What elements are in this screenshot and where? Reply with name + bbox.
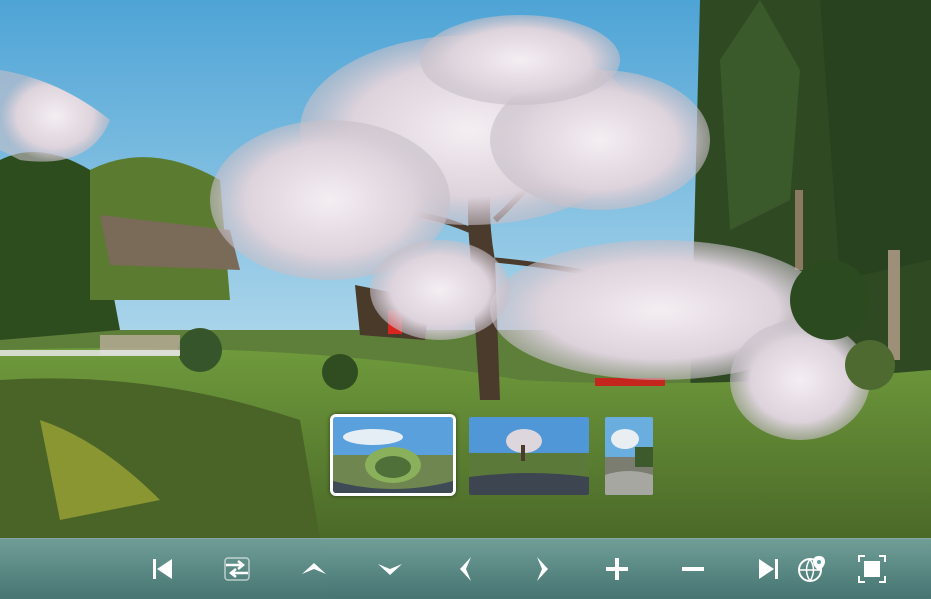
thumbnail-3-image <box>605 417 653 495</box>
chevron-down-icon <box>378 564 402 575</box>
chevron-left-icon <box>460 557 471 581</box>
fullscreen-button[interactable] <box>854 551 890 587</box>
minus-icon <box>682 567 704 571</box>
plus-icon <box>606 558 628 580</box>
swap-arrows-icon <box>224 557 250 581</box>
skip-to-start-icon <box>153 559 172 579</box>
panorama-image <box>0 0 931 598</box>
move-right-button[interactable] <box>524 551 560 587</box>
move-down-button[interactable] <box>372 551 408 587</box>
thumbnail-3[interactable] <box>605 417 653 495</box>
chevron-right-icon <box>537 557 548 581</box>
scene-thumbnails <box>330 414 660 500</box>
last-scene-button[interactable] <box>751 551 787 587</box>
globe-pin-icon <box>798 556 825 582</box>
move-left-button[interactable] <box>448 551 484 587</box>
zoom-in-button[interactable] <box>599 551 635 587</box>
map-button[interactable] <box>794 551 830 587</box>
thumbnail-1[interactable] <box>330 414 456 496</box>
fullscreen-icon <box>858 555 886 583</box>
skip-to-end-icon <box>759 559 778 579</box>
first-scene-button[interactable] <box>144 551 180 587</box>
panorama-view[interactable] <box>0 0 931 598</box>
thumbnail-2-image <box>469 417 589 495</box>
move-up-button[interactable] <box>296 551 332 587</box>
zoom-out-button[interactable] <box>675 551 711 587</box>
navigation-toolbar <box>0 538 931 599</box>
chevron-up-icon <box>302 563 326 574</box>
thumbnail-1-image <box>333 417 453 493</box>
thumbnail-2[interactable] <box>469 417 589 495</box>
autorotate-toggle-button[interactable] <box>219 551 255 587</box>
